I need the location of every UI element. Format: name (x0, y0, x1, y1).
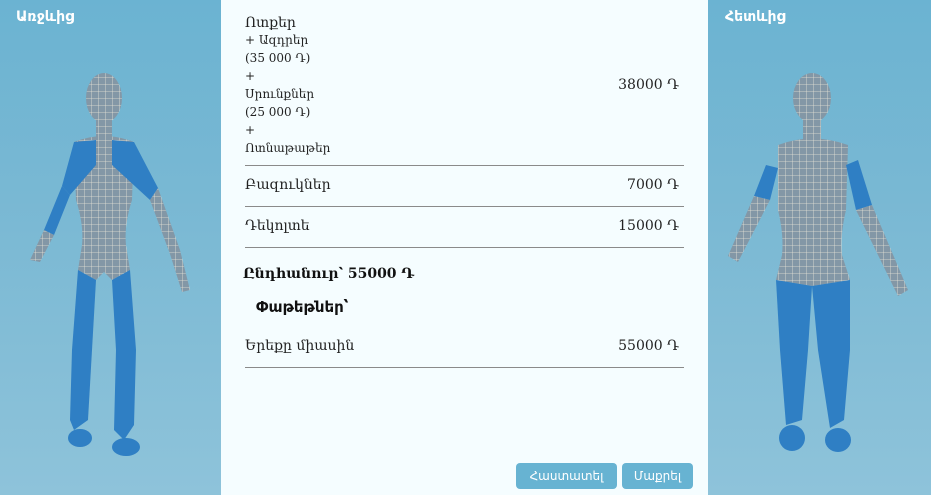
package-row: Երեքը միասին 55000 Դ (245, 327, 684, 368)
list-line: Ոտնաթաթեր (245, 141, 331, 155)
clear-button[interactable]: Մաքրել (622, 463, 693, 489)
body-figure-back (728, 73, 908, 452)
item-label: Դեկոլտե (245, 218, 310, 234)
price-row-arms: Բազուկներ 7000 Դ (245, 166, 684, 207)
item-label: Բազուկներ (245, 177, 331, 193)
item-price: 38000 Դ (618, 77, 679, 93)
item-label: Ոտքեր (245, 15, 296, 31)
list-line: (35 000 Դ) (245, 51, 311, 65)
list-line: + Ազդրեր (245, 33, 309, 47)
price-summary-panel: Ոտքեր + Ազդրեր (35 000 Դ) + Սրունքներ (2… (221, 0, 708, 495)
item-price: 7000 Դ (627, 177, 679, 193)
legs-parts-list: + Ազդրեր (35 000 Դ) + Սրունքներ (25 000 … (245, 31, 684, 157)
package-label: Երեքը միասին (245, 338, 355, 354)
package-price: 55000 Դ (618, 338, 679, 354)
back-view-panel: Հետևից (708, 0, 931, 495)
list-line: + (245, 123, 256, 137)
front-view-panel: Առջևից (0, 0, 221, 495)
price-row-decollete: Դեկոլտե 15000 Դ (245, 207, 684, 248)
body-figure-front (30, 73, 190, 456)
total-price: Ընդհանուր՝ 55000 Դ (243, 266, 415, 282)
price-row-legs: Ոտքեր + Ազդրեր (35 000 Դ) + Սրունքներ (2… (245, 12, 684, 166)
list-line: (25 000 Դ) (245, 105, 311, 119)
packages-title: Փաթեթներ՝ (256, 298, 349, 316)
item-price: 15000 Դ (618, 218, 679, 234)
confirm-button[interactable]: Հաստատել (516, 463, 617, 489)
